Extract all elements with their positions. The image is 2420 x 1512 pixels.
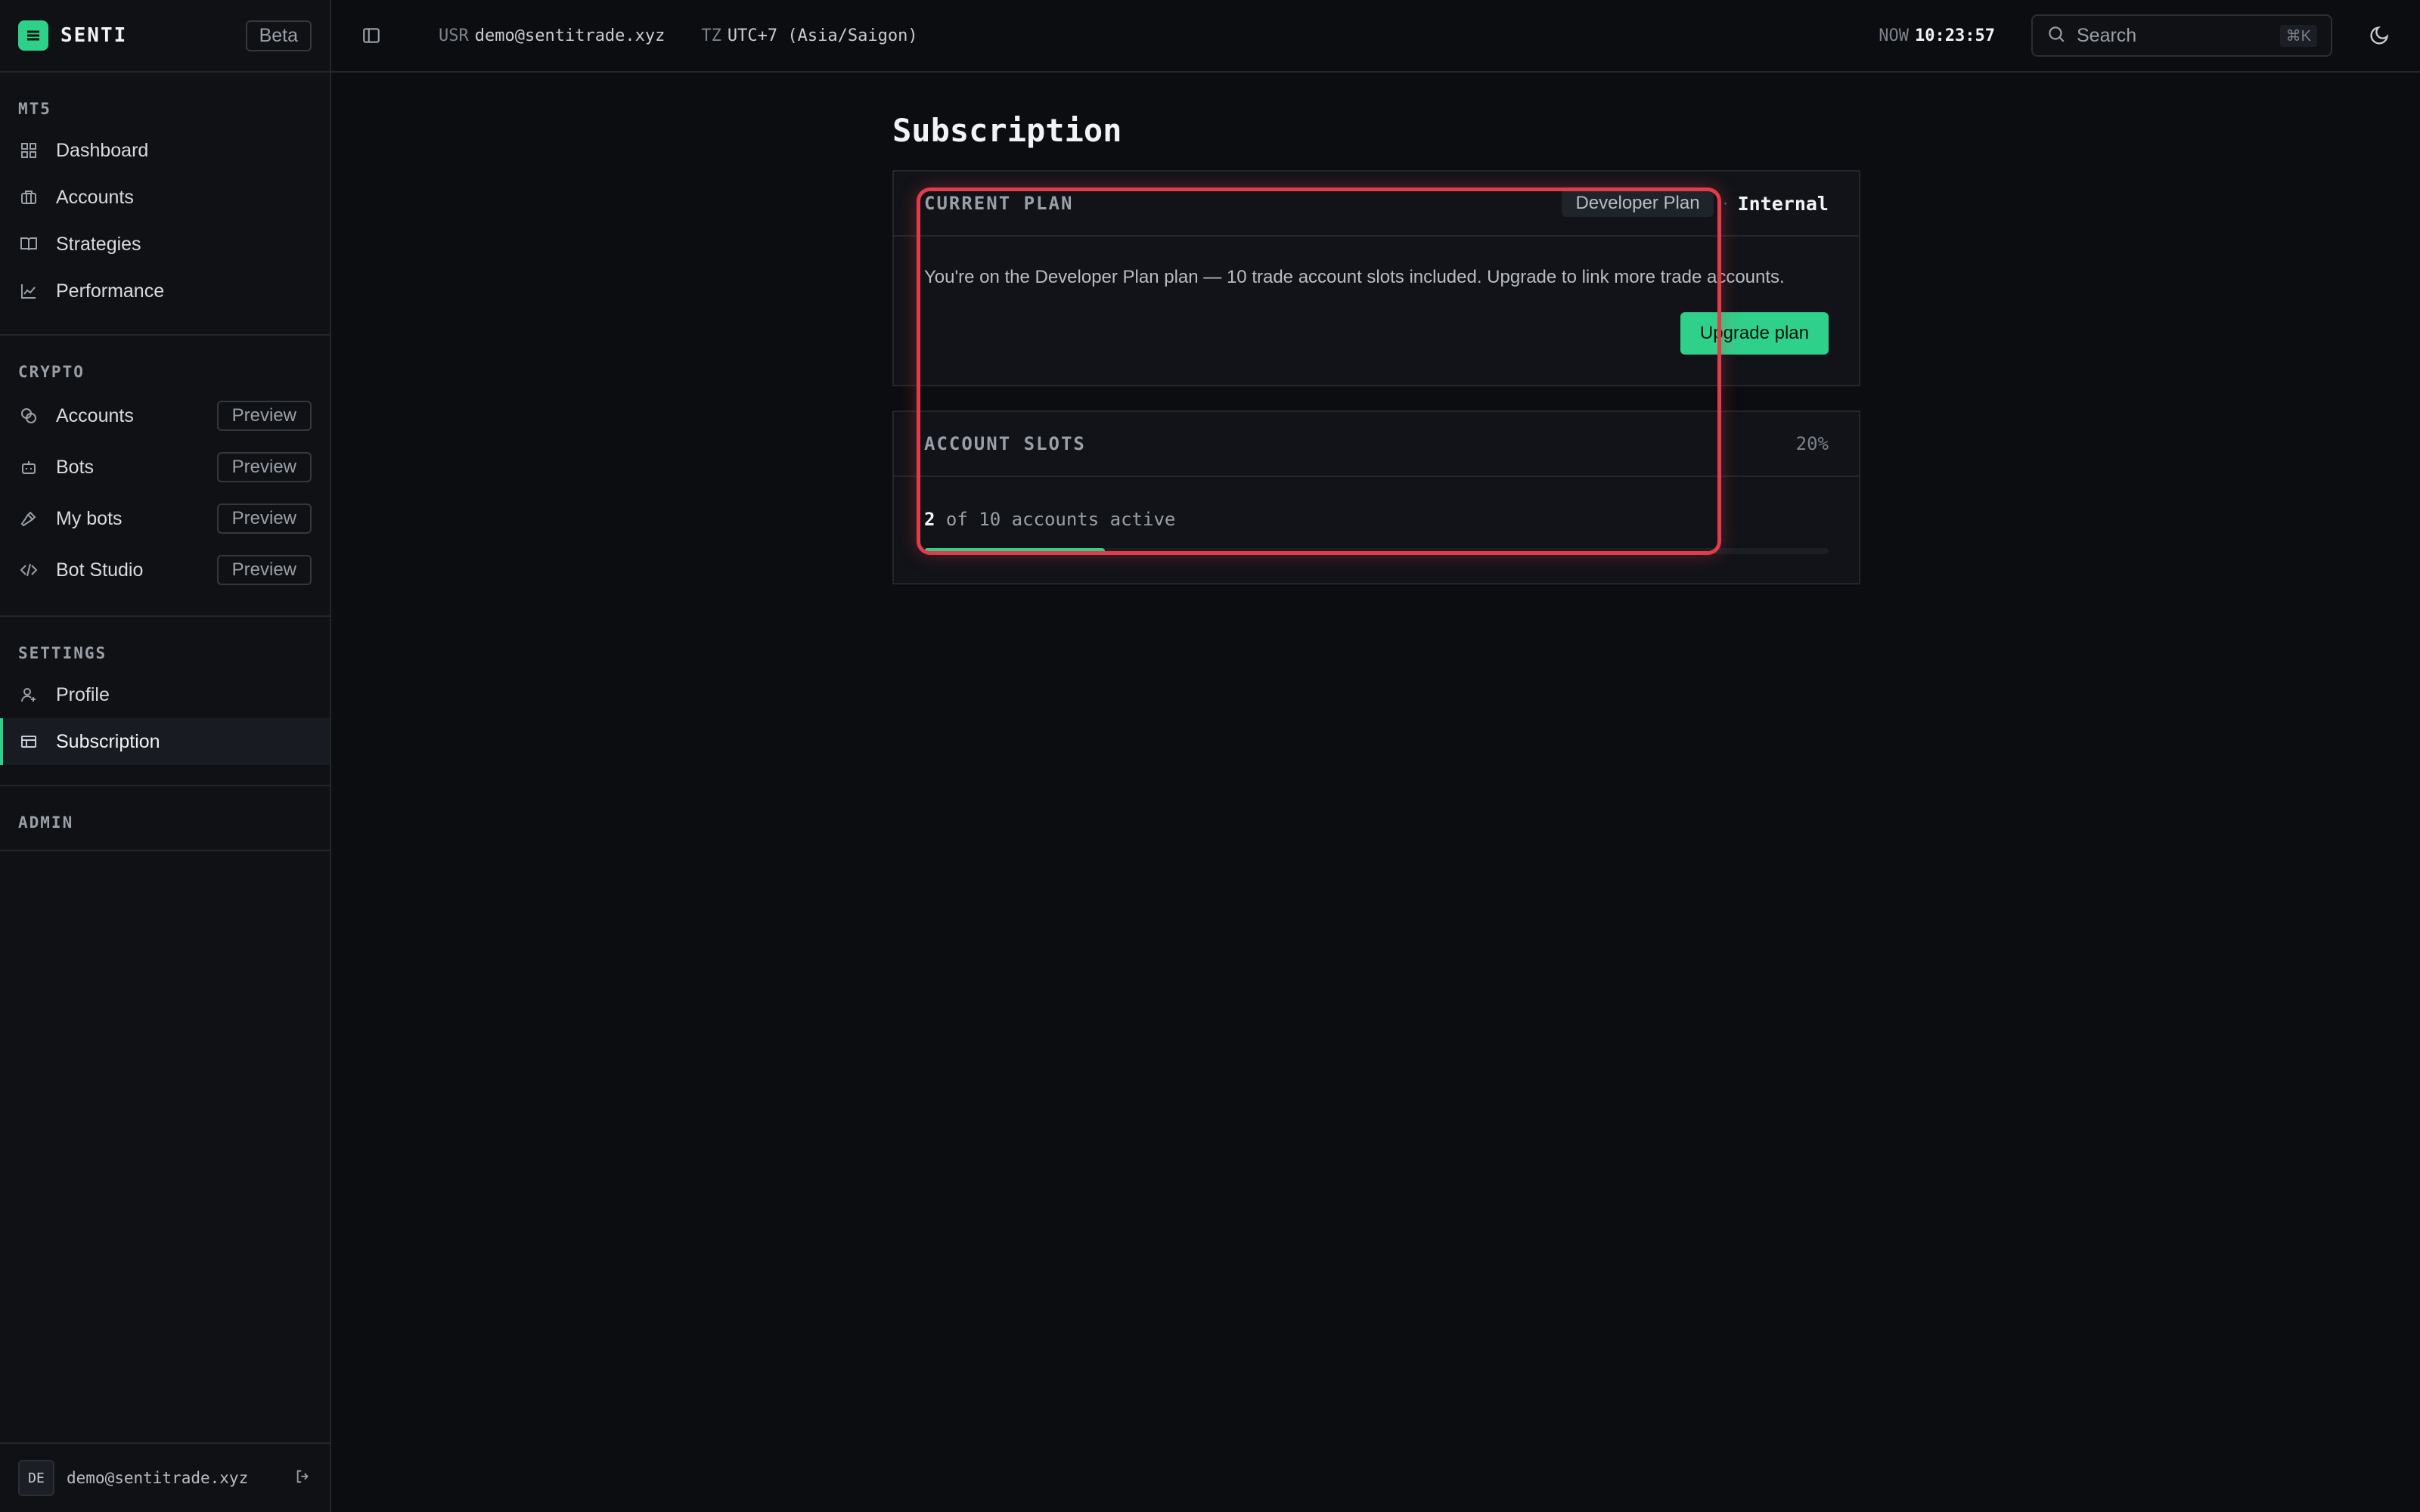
current-plan-card: CURRENT PLAN Developer Plan · Internal Y…	[892, 170, 1860, 386]
code-icon	[18, 559, 39, 581]
slots-status: 2 of 10 accounts active	[924, 509, 1829, 530]
hammer-icon	[18, 508, 39, 529]
button-row: Upgrade plan	[924, 312, 1829, 355]
sidebar-item-label: Accounts	[56, 186, 134, 208]
preview-badge: Preview	[216, 401, 312, 431]
sidebar-item-dashboard[interactable]: Dashboard	[0, 127, 330, 174]
slots-used: 2	[924, 509, 935, 530]
sidebar-item-label: Subscription	[56, 730, 160, 752]
slots-rest: of 10 accounts active	[935, 509, 1176, 530]
sidebar-item-performance[interactable]: Performance	[0, 268, 330, 314]
sidebar-item-label: Accounts	[56, 404, 134, 426]
sidebar-item-strategies[interactable]: Strategies	[0, 221, 330, 268]
footer-email: demo@sentitrade.xyz	[67, 1469, 249, 1487]
sidebar-item-crypto-accounts[interactable]: Accounts Preview	[0, 390, 330, 442]
brand-name: SENTI	[60, 24, 128, 47]
card-body: You're on the Developer Plan plan — 10 t…	[894, 237, 1859, 385]
sidebar-item-bot-studio[interactable]: Bot Studio Preview	[0, 544, 330, 596]
search-icon	[2046, 24, 2066, 48]
briefcase-icon	[18, 187, 39, 208]
section-crypto: CRYPTO Accounts Preview Bots Preview My …	[0, 336, 330, 617]
sidebar-item-label: My bots	[56, 507, 123, 529]
dashboard-icon	[18, 140, 39, 161]
preview-badge: Preview	[216, 452, 312, 482]
sidebar-item-bots[interactable]: Bots Preview	[0, 442, 330, 493]
sidebar-item-accounts[interactable]: Accounts	[0, 174, 330, 221]
sidebar-item-profile[interactable]: Profile	[0, 671, 330, 718]
topbar: USR demo@sentitrade.xyz TZ UTC+7 (Asia/Sai…	[331, 0, 2420, 73]
search-placeholder: Search	[2077, 24, 2137, 46]
avatar[interactable]: DE	[18, 1460, 54, 1496]
slots-progress-bar	[924, 548, 1829, 554]
sidebar-item-my-bots[interactable]: My bots Preview	[0, 493, 330, 544]
upgrade-plan-button[interactable]: Upgrade plan	[1680, 312, 1829, 355]
preview-badge: Preview	[216, 555, 312, 585]
brand: SENTI Beta	[0, 0, 330, 73]
beta-badge: Beta	[245, 20, 312, 51]
page-title: Subscription	[892, 112, 1122, 149]
section-mt5: MT5 Dashboard Accounts Strategies Perfor…	[0, 73, 330, 336]
tz-value: UTC+7 (Asia/Saigon)	[727, 26, 918, 45]
account-slots-card: ACCOUNT SLOTS 20% 2 of 10 accounts activ…	[892, 411, 1860, 584]
card-title: ACCOUNT SLOTS	[924, 433, 1086, 454]
bot-icon	[18, 457, 39, 478]
section-title: CRYPTO	[18, 363, 85, 381]
plan-name-badge: Developer Plan	[1562, 190, 1714, 217]
sidebar-item-label: Profile	[56, 683, 110, 705]
plan-description: You're on the Developer Plan plan — 10 t…	[924, 267, 1785, 287]
card-header: ACCOUNT SLOTS 20%	[894, 412, 1859, 477]
moon-icon[interactable]	[2369, 25, 2390, 46]
section-admin: ADMIN	[0, 786, 330, 851]
usr-label: USR	[439, 26, 469, 45]
sidebar-item-label: Performance	[56, 280, 165, 302]
sidebar-item-label: Strategies	[56, 233, 141, 255]
section-settings: SETTINGS Profile Subscription	[0, 617, 330, 786]
plan-tier: Internal	[1737, 192, 1829, 215]
sidebar-footer: DE demo@sentitrade.xyz	[0, 1442, 330, 1512]
sidebar: SENTI Beta MT5 Dashboard Accounts Strate…	[0, 0, 331, 1512]
preview-badge: Preview	[216, 503, 312, 534]
card-title: CURRENT PLAN	[924, 193, 1074, 214]
senti-logo-icon[interactable]	[18, 20, 48, 51]
chart-line-icon	[18, 280, 39, 302]
slots-progress-fill	[924, 548, 1106, 554]
slots-percent: 20%	[1795, 433, 1829, 454]
separator: ·	[1722, 193, 1729, 213]
sidebar-item-label: Bots	[56, 456, 95, 478]
sidebar-item-label: Dashboard	[56, 139, 149, 161]
card-header: CURRENT PLAN Developer Plan · Internal	[894, 172, 1859, 237]
user-indicator: USR demo@sentitrade.xyz	[439, 26, 665, 45]
coins-icon	[18, 405, 39, 426]
now-value: 10:23:57	[1915, 26, 1995, 45]
usr-value: demo@sentitrade.xyz	[474, 26, 666, 45]
section-title: MT5	[18, 100, 51, 118]
sidebar-item-subscription[interactable]: Subscription	[0, 718, 330, 765]
card-body: 2 of 10 accounts active	[894, 477, 1859, 583]
tz-label: TZ	[701, 26, 721, 45]
app-root: SENTI Beta MT5 Dashboard Accounts Strate…	[0, 0, 2420, 1512]
clock: NOW 10:23:57	[1879, 26, 1995, 45]
section-title: SETTINGS	[18, 644, 107, 662]
search-shortcut: ⌘K	[2279, 24, 2317, 47]
search-input[interactable]: Search ⌘K	[2031, 14, 2332, 57]
timezone-indicator: TZ UTC+7 (Asia/Saigon)	[701, 26, 917, 45]
sidebar-toggle-icon[interactable]	[361, 26, 381, 45]
logout-icon[interactable]	[295, 1468, 312, 1489]
card-icon	[18, 731, 39, 752]
main-content: Subscription CURRENT PLAN Developer Plan…	[892, 73, 1860, 609]
section-title: ADMIN	[18, 813, 74, 832]
sidebar-item-label: Bot Studio	[56, 559, 144, 581]
now-label: NOW	[1879, 26, 1910, 45]
user-cog-icon	[18, 684, 39, 705]
book-icon	[18, 234, 39, 255]
